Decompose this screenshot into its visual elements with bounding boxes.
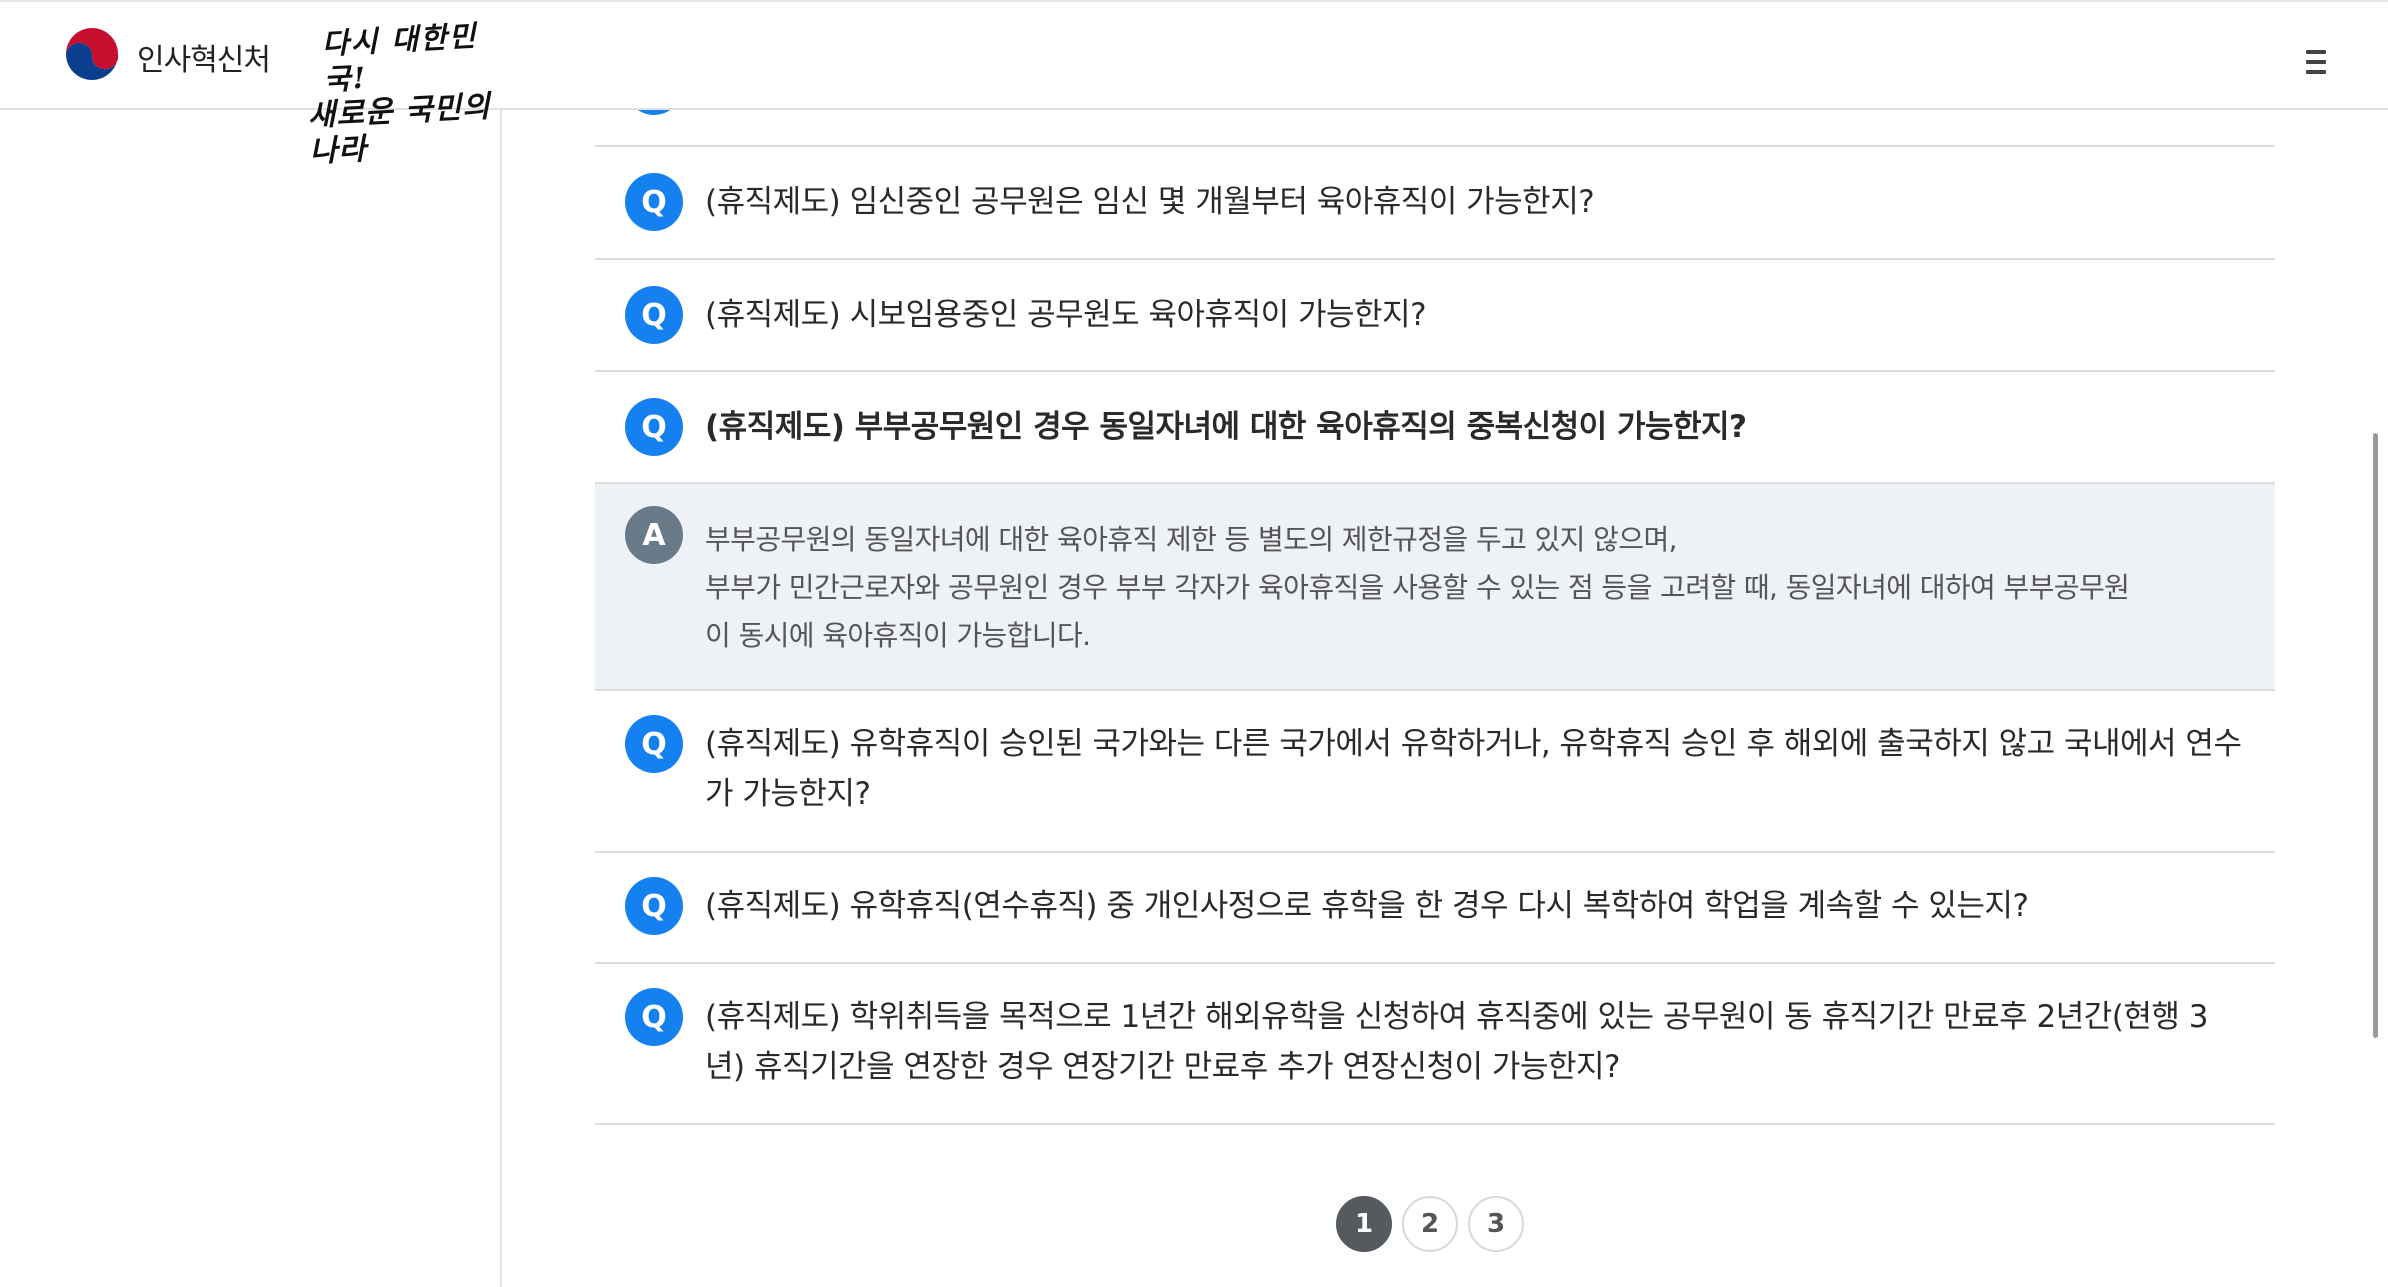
faq-question[interactable]: (휴직제도) 유학휴직(연수휴직) 중 개인사정으로 휴학을 한 경우 다시 복… [705,881,2247,931]
menu-bar [2306,70,2326,74]
question-badge: Q [625,877,683,935]
question-badge: Q [625,173,683,231]
slogan-line2: 새로운 국민의 나라 [306,89,492,170]
government-taegeuk-logo-icon[interactable] [60,24,124,88]
question-badge: Q [625,715,683,773]
answer-line: 이 동시에 육아휴직이 가능합니다. [705,619,1091,652]
slogan-line1: 다시 대한민국! [321,18,479,97]
menu-bar [2306,50,2326,54]
sidebar-divider [500,110,502,1287]
question-badge: Q [625,988,683,1046]
answer-line: 부부가 민간근로자와 공무원인 경우 부부 각자가 육아휴직을 사용할 수 있는… [705,571,2130,604]
faq-answer-panel: A 부부공무원의 동일자녀에 대한 육아휴직 제한 등 별도의 제한규정을 두고… [595,482,2275,689]
hamburger-menu-icon[interactable] [2298,42,2334,74]
faq-question[interactable]: (휴직제도) 부부공무원인 경우 동일자녀에 대한 육아휴직의 중복신청이 가능… [705,402,2247,452]
page-button-2[interactable]: 2 [1402,1196,1458,1252]
answer-badge: A [625,506,683,564]
faq-question[interactable]: (휴직제도) 시보임용중인 공무원도 육아휴직이 가능한지? [705,290,2247,340]
page-button-3[interactable]: 3 [1468,1196,1524,1252]
faq-item[interactable]: Q (휴직제도) 유학휴직(연수휴직) 중 개인사정으로 휴학을 한 경우 다시… [595,851,2275,962]
faq-item-expanded[interactable]: Q (휴직제도) 부부공무원인 경우 동일자녀에 대한 육아휴직의 중복신청이 … [595,370,2275,482]
faq-answer: 부부공무원의 동일자녀에 대한 육아휴직 제한 등 별도의 제한규정을 두고 있… [705,516,2247,660]
faq-question[interactable]: (휴직제도) 임신중인 공무원은 임신 몇 개월부터 육아휴직이 가능한지? [705,177,2247,227]
faq-question[interactable]: (휴직제도) 학위취득을 목적으로 1년간 해외유학을 신청하여 휴직중에 있는… [705,992,2247,1092]
site-header: 인사혁신처 다시 대한민국! 새로운 국민의 나라 [0,0,2388,170]
scrollbar-thumb[interactable] [2373,433,2378,1038]
question-badge: Q [625,398,683,456]
faq-item[interactable]: Q (휴직제도) 유학휴직이 승인된 국가와는 다른 국가에서 유학하거나, 유… [595,689,2275,851]
answer-line: 부부공무원의 동일자녀에 대한 육아휴직 제한 등 별도의 제한규정을 두고 있… [705,523,1678,556]
menu-bar [2306,60,2326,64]
page-button-1[interactable]: 1 [1336,1196,1392,1252]
org-name[interactable]: 인사혁신처 [137,35,271,79]
faq-question[interactable]: (휴직제도) 유학휴직이 승인된 국가와는 다른 국가에서 유학하거나, 유학휴… [705,719,2247,819]
slogan-logo: 다시 대한민국! 새로운 국민의 나라 [303,17,493,170]
faq-item[interactable]: Q (휴직제도) 시보임용중인 공무원도 육아휴직이 가능한지? [595,258,2275,370]
pagination: 1 2 3 [1336,1196,1524,1256]
faq-item[interactable]: Q (휴직제도) 임신중인 공무원은 임신 몇 개월부터 육아휴직이 가능한지? [595,145,2275,258]
question-badge: Q [625,286,683,344]
faq-item[interactable]: Q (휴직제도) 학위취득을 목적으로 1년간 해외유학을 신청하여 휴직중에 … [595,962,2275,1125]
